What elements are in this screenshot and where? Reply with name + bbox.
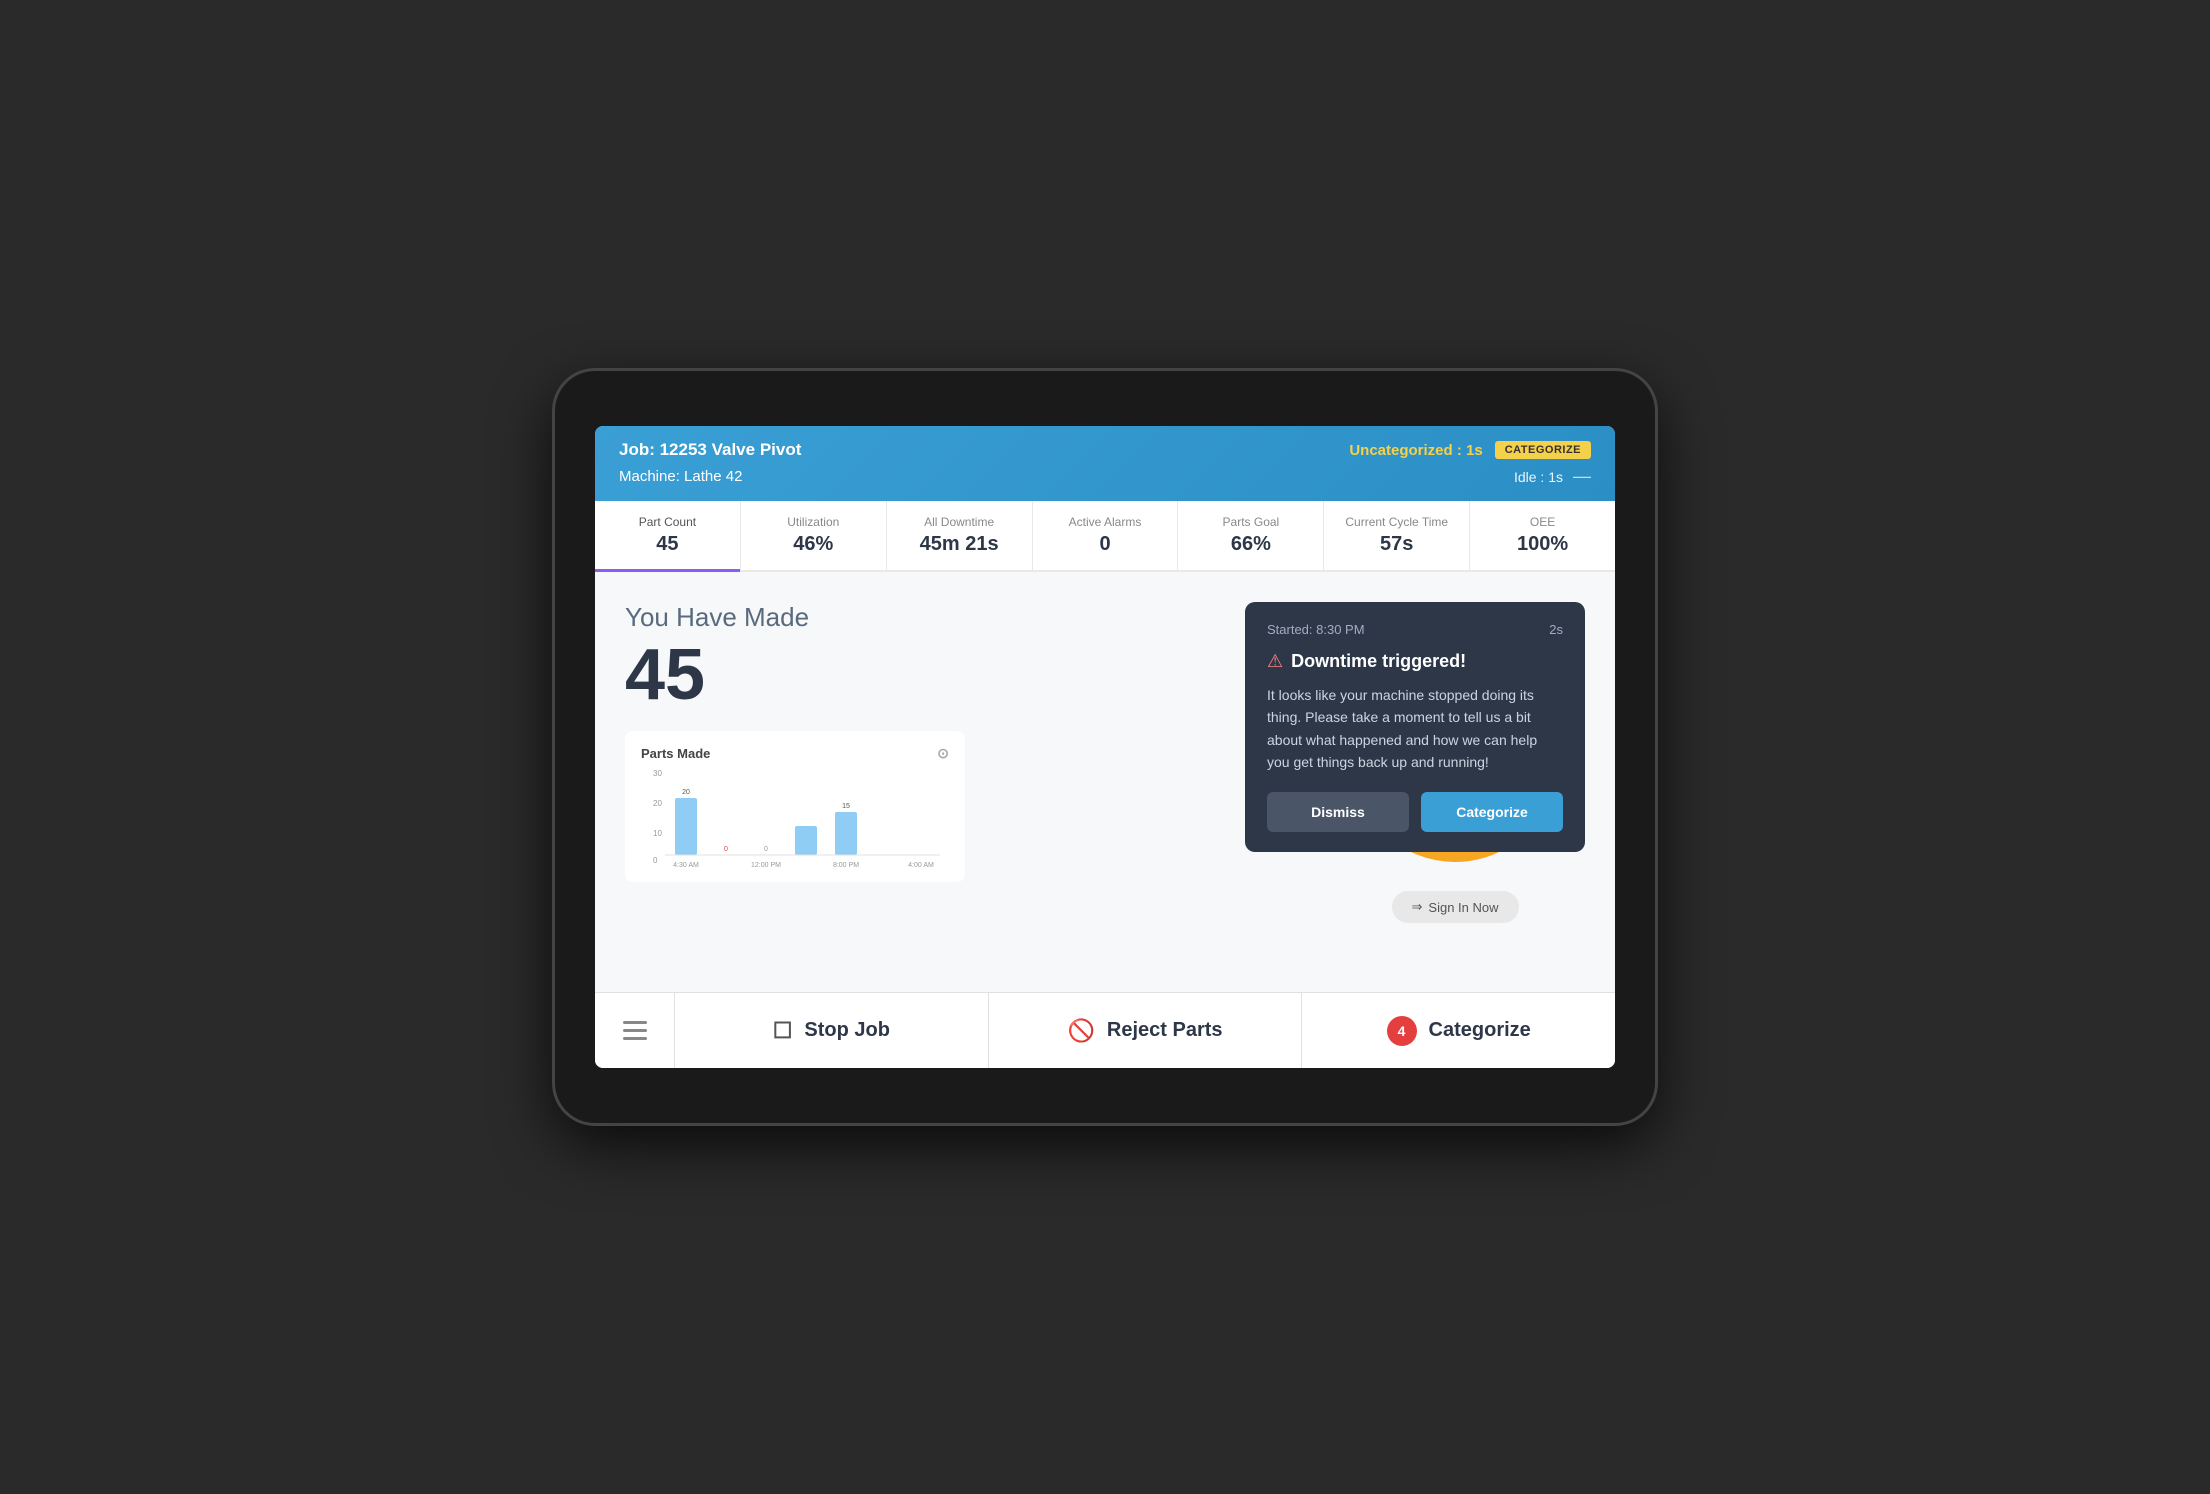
- svg-text:0: 0: [724, 846, 728, 853]
- stat-cycle-time[interactable]: Current Cycle Time 57s: [1324, 501, 1470, 570]
- stat-goal-label: Parts Goal: [1190, 515, 1311, 529]
- stat-goal-value: 66%: [1190, 533, 1311, 556]
- uncategorized-status: Uncategorized : 1s: [1349, 442, 1482, 459]
- idle-status: Idle : 1s: [1514, 469, 1563, 485]
- categorize-badge-count: 4: [1387, 1016, 1417, 1046]
- stat-alarms-value: 0: [1045, 533, 1166, 556]
- sign-in-button[interactable]: ⇒ Sign In Now: [1392, 891, 1519, 923]
- chart-title-label: Parts Made: [641, 746, 710, 761]
- categorize-popup-button[interactable]: Categorize: [1421, 792, 1563, 832]
- stats-bar: Part Count 45 Utilization 46% All Downti…: [595, 501, 1615, 572]
- stat-oee[interactable]: OEE 100%: [1470, 501, 1615, 570]
- popup-title-row: ⚠ Downtime triggered!: [1267, 651, 1563, 672]
- svg-text:8:00 PM: 8:00 PM: [833, 862, 859, 868]
- reject-parts-button[interactable]: 🚫 Reject Parts: [989, 993, 1303, 1068]
- stat-part-count[interactable]: Part Count 45: [595, 501, 741, 570]
- categorize-label: Categorize: [1429, 1019, 1531, 1042]
- stop-job-icon: ☐: [773, 1018, 793, 1044]
- stat-oee-value: 100%: [1482, 533, 1603, 556]
- chart-svg: 30 20 10 0 20 0: [641, 768, 949, 868]
- stat-active-alarms[interactable]: Active Alarms 0: [1033, 501, 1179, 570]
- svg-text:0: 0: [653, 856, 658, 865]
- svg-text:4:30 AM: 4:30 AM: [673, 862, 699, 868]
- stop-job-label: Stop Job: [804, 1019, 890, 1042]
- popup-body-text: It looks like your machine stopped doing…: [1267, 684, 1563, 774]
- hamburger-icon: [623, 1021, 647, 1040]
- stat-alarms-label: Active Alarms: [1045, 515, 1166, 529]
- idle-dash-icon: —: [1573, 466, 1591, 487]
- popup-elapsed-time: 2s: [1549, 622, 1563, 637]
- machine-label: Machine: Lathe 42: [619, 468, 742, 485]
- svg-text:10: 10: [653, 829, 662, 838]
- sign-in-arrow-icon: ⇒: [1412, 899, 1423, 915]
- screen: Job: 12253 Valve Pivot Uncategorized : 1…: [595, 426, 1615, 1068]
- parts-count-display: 45: [625, 639, 1305, 711]
- svg-text:20: 20: [653, 799, 662, 808]
- dismiss-button[interactable]: Dismiss: [1267, 792, 1409, 832]
- popup-header: Started: 8:30 PM 2s: [1267, 622, 1563, 637]
- popup-actions: Dismiss Categorize: [1267, 792, 1563, 832]
- stat-all-downtime[interactable]: All Downtime 45m 21s: [887, 501, 1033, 570]
- footer: ☐ Stop Job 🚫 Reject Parts 4 Categorize: [595, 992, 1615, 1068]
- stat-cycle-label: Current Cycle Time: [1336, 515, 1457, 529]
- popup-title-text: Downtime triggered!: [1291, 651, 1466, 672]
- svg-text:4:00 AM: 4:00 AM: [908, 862, 934, 868]
- stat-downtime-label: All Downtime: [899, 515, 1020, 529]
- stat-utilization-value: 46%: [753, 533, 874, 556]
- main-content: You Have Made 45 Parts Made ⊙ 30 20 10: [595, 572, 1615, 992]
- stat-part-count-value: 45: [607, 533, 728, 556]
- stat-utilization-label: Utilization: [753, 515, 874, 529]
- job-title: Job: 12253 Valve Pivot: [619, 440, 801, 460]
- stat-parts-goal[interactable]: Parts Goal 66%: [1178, 501, 1324, 570]
- warning-icon: ⚠: [1267, 651, 1283, 672]
- categorize-badge[interactable]: CATEGORIZE: [1495, 441, 1591, 459]
- categorize-button[interactable]: 4 Categorize: [1302, 993, 1615, 1068]
- svg-text:20: 20: [682, 789, 690, 796]
- downtime-popup: Started: 8:30 PM 2s ⚠ Downtime triggered…: [1245, 602, 1585, 852]
- stat-cycle-value: 57s: [1336, 533, 1457, 556]
- parts-made-chart: Parts Made ⊙ 30 20 10 0: [625, 731, 965, 882]
- svg-text:0: 0: [764, 846, 768, 853]
- chart-area: 30 20 10 0 20 0: [641, 768, 949, 868]
- reject-parts-icon: 🚫: [1067, 1018, 1094, 1044]
- svg-text:12:00 PM: 12:00 PM: [751, 862, 781, 868]
- popup-started-label: Started: 8:30 PM: [1267, 622, 1365, 637]
- tablet-frame: Job: 12253 Valve Pivot Uncategorized : 1…: [555, 371, 1655, 1123]
- stop-job-button[interactable]: ☐ Stop Job: [675, 993, 989, 1068]
- stat-downtime-value: 45m 21s: [899, 533, 1020, 556]
- svg-text:30: 30: [653, 769, 662, 778]
- menu-button[interactable]: [595, 993, 675, 1068]
- stat-part-count-label: Part Count: [607, 515, 728, 529]
- reject-parts-label: Reject Parts: [1107, 1019, 1223, 1042]
- chart-help-icon[interactable]: ⊙: [937, 745, 949, 762]
- sign-in-label: Sign In Now: [1428, 900, 1498, 915]
- svg-text:15: 15: [842, 803, 850, 810]
- stat-utilization[interactable]: Utilization 46%: [741, 501, 887, 570]
- header: Job: 12253 Valve Pivot Uncategorized : 1…: [595, 426, 1615, 501]
- you-have-made-label: You Have Made: [625, 602, 1305, 633]
- stat-oee-label: OEE: [1482, 515, 1603, 529]
- left-panel: You Have Made 45 Parts Made ⊙ 30 20 10: [625, 602, 1325, 962]
